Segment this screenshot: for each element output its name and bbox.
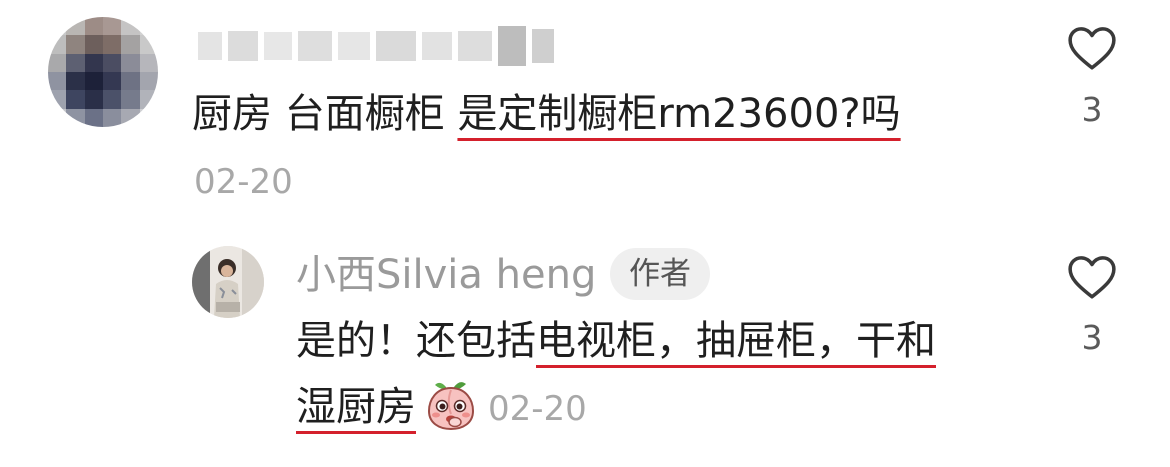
reply-text-highlight-1: 电视柜，抽屉柜，干和 bbox=[536, 318, 936, 364]
reply-text-highlight-2: 湿厨房 bbox=[296, 384, 416, 430]
commenter-avatar[interactable] bbox=[48, 17, 158, 127]
reply-like-button[interactable] bbox=[1067, 254, 1117, 304]
reply-text-line2: 湿厨房 02-20 bbox=[296, 381, 587, 433]
comment-text: 厨房 台面橱柜 是定制橱柜rm23600?吗 bbox=[192, 88, 901, 140]
reply-username[interactable]: 小西Silvia heng bbox=[296, 250, 596, 300]
reply-avatar[interactable] bbox=[192, 246, 264, 318]
peach-face-emoji-icon bbox=[427, 382, 475, 431]
comment-date: 02-20 bbox=[194, 162, 293, 202]
reply-like-count: 3 bbox=[1081, 318, 1103, 357]
commenter-username-blurred[interactable] bbox=[198, 22, 558, 70]
heart-icon[interactable] bbox=[1067, 25, 1117, 71]
comment-like-count: 3 bbox=[1081, 90, 1103, 129]
reply-avatar-photo bbox=[192, 246, 264, 318]
comment-text-highlight: 是定制橱柜rm23600?吗 bbox=[457, 91, 901, 137]
author-badge: 作者 bbox=[610, 248, 710, 300]
comment-like-button[interactable] bbox=[1067, 25, 1117, 75]
heart-icon[interactable] bbox=[1067, 254, 1117, 300]
reply-text-line1: 是的！还包括电视柜，抽屉柜，干和 bbox=[296, 315, 936, 367]
reply-text-plain: 是的！还包括 bbox=[296, 318, 536, 364]
reply-date: 02-20 bbox=[488, 389, 587, 429]
comment-text-plain: 厨房 台面橱柜 bbox=[192, 91, 458, 137]
